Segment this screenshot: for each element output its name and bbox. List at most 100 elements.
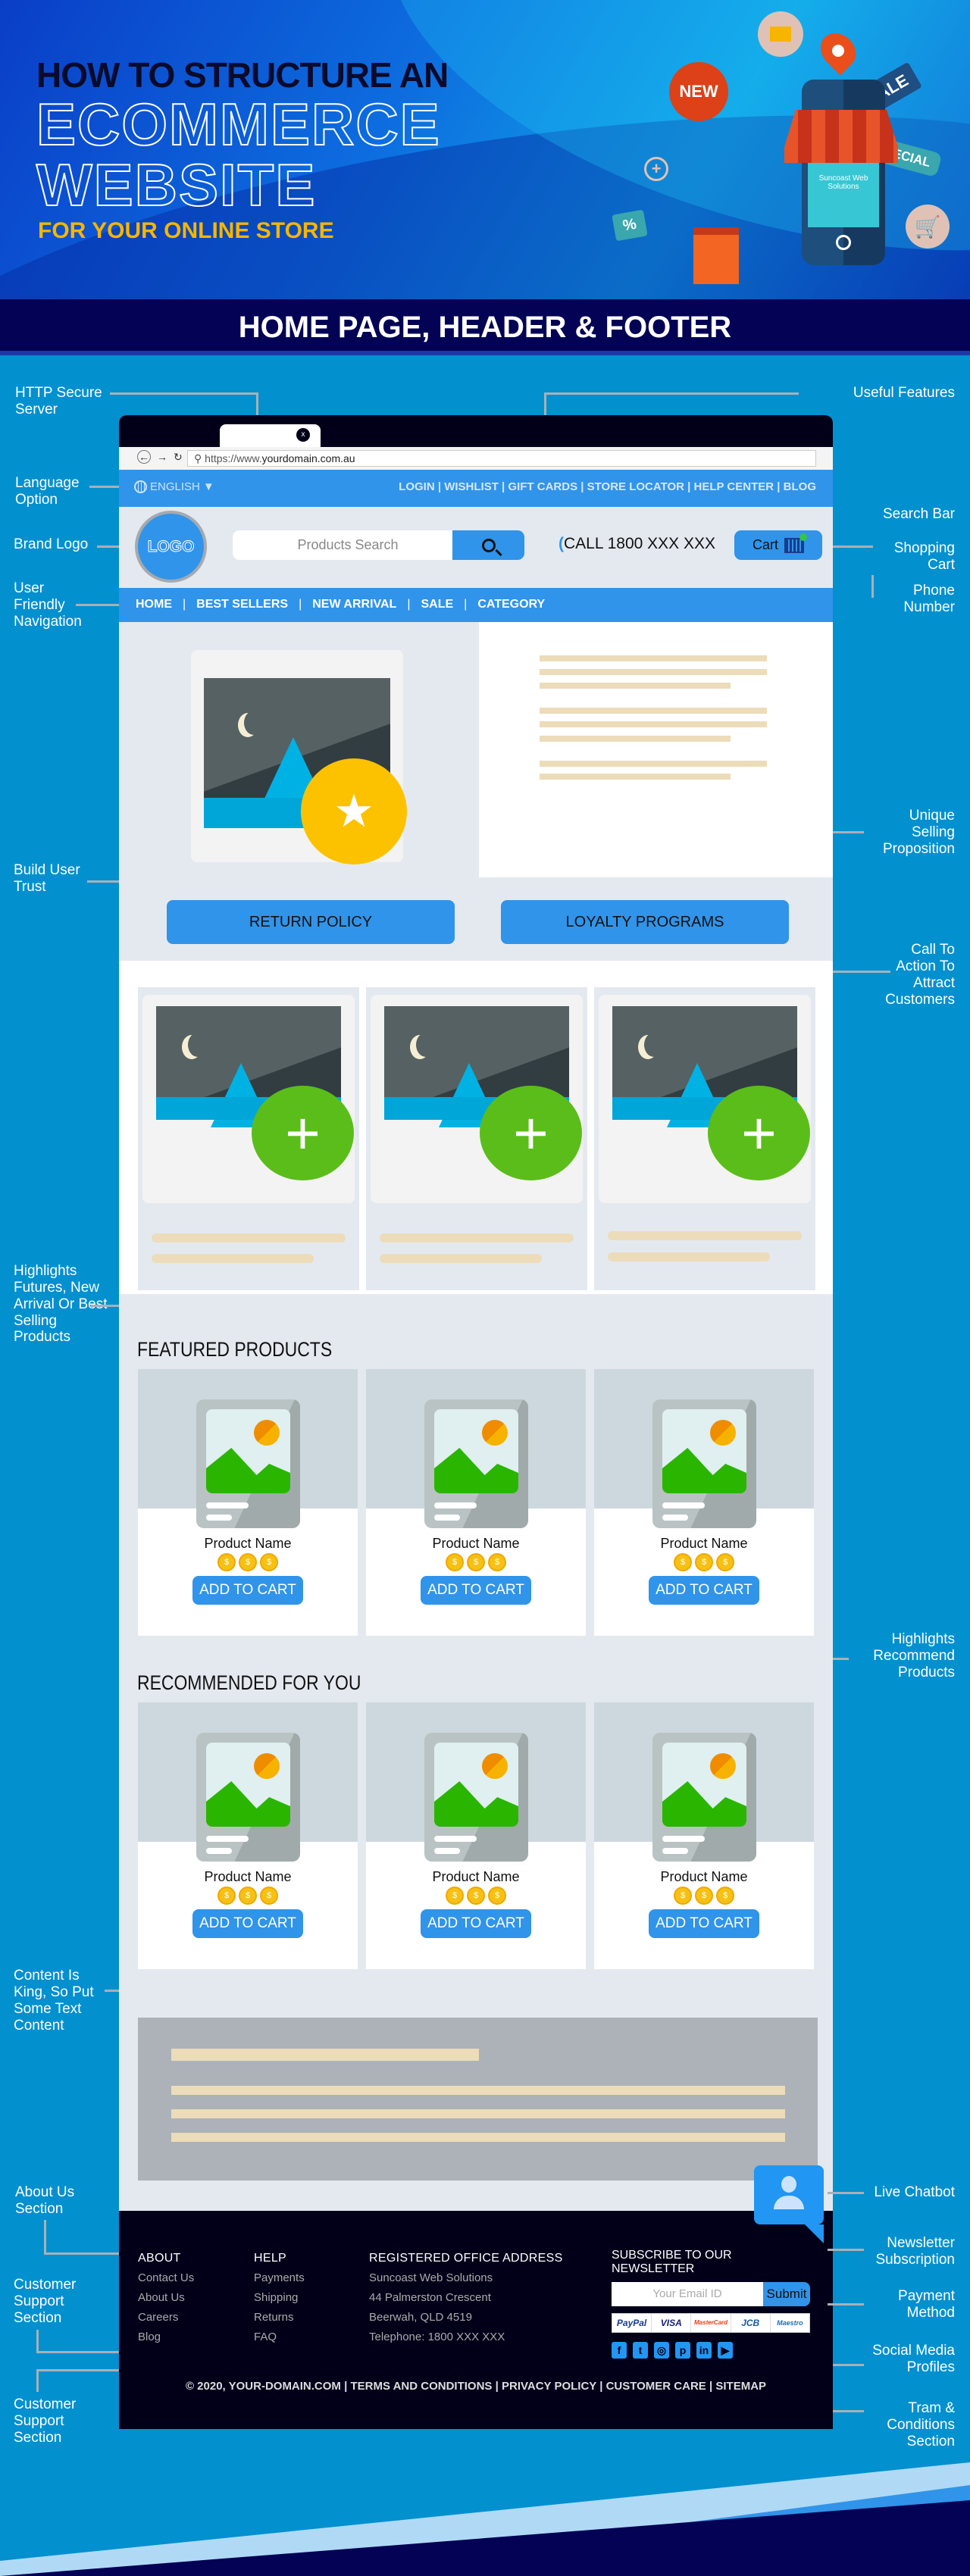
nav-item-category[interactable]: CATEGORY <box>477 598 545 612</box>
submit-button[interactable]: Submit <box>763 2282 810 2306</box>
footer-link-faq[interactable]: FAQ <box>254 2327 305 2347</box>
add-to-cart-button[interactable]: ADD TO CART <box>192 1576 303 1605</box>
trust-section: RETURN POLICY LOYALTY PROGRAMS <box>119 877 833 946</box>
mastercard-icon: MasterCard <box>691 2314 731 2332</box>
sun-shape <box>254 1420 280 1446</box>
util-link-help-center[interactable]: HELP CENTER <box>694 480 774 493</box>
youtube-icon[interactable]: ▶ <box>718 2342 733 2359</box>
product-card[interactable]: Product Name $ $ $ ADD TO CART <box>138 1702 358 1969</box>
office-line: Suncoast Web Solutions <box>369 2271 493 2284</box>
browser-toolbar: ← → ↻ ⌂ ⚲ https://www.yourdomain.com.au <box>119 447 833 470</box>
copyright: © 2020, YOUR-DOMAIN.COM <box>185 2380 341 2393</box>
util-link-blog[interactable]: BLOG <box>784 480 816 493</box>
product-card[interactable]: Product Name $ $ $ ADD TO CART <box>594 1702 814 1969</box>
util-link-gift-cards[interactable]: GIFT CARDS <box>508 480 577 493</box>
product-name[interactable]: Product Name <box>138 1536 358 1552</box>
forward-icon[interactable]: → <box>157 451 167 463</box>
footer-link-careers[interactable]: Careers <box>138 2308 194 2327</box>
footer-link-returns[interactable]: Returns <box>254 2308 305 2327</box>
annotation-content: Content Is King, So Put Some Text Conten… <box>14 1968 94 2034</box>
phone-label: CALL 1800 XXX XXX <box>564 535 716 552</box>
phone-number[interactable]: (CALL 1800 XXX XXX <box>559 535 715 553</box>
footer-link-customer-care[interactable]: CUSTOMER CARE <box>606 2380 706 2393</box>
product-name[interactable]: Product Name <box>366 1869 586 1885</box>
language-selector[interactable]: ENGLISH ▼ <box>134 480 214 493</box>
nav-item-sale[interactable]: SALE <box>421 598 453 612</box>
footer-link-about-us[interactable]: About Us <box>138 2288 194 2308</box>
footer-link-shipping[interactable]: Shipping <box>254 2288 305 2308</box>
brand-logo[interactable]: LOGO <box>135 511 207 583</box>
line-shape <box>662 1836 705 1842</box>
loyalty-programs-button[interactable]: LOYALTY PROGRAMS <box>501 900 789 944</box>
add-plus-icon[interactable]: + <box>480 1086 582 1180</box>
product-card[interactable]: Product Name $ $ $ ADD TO CART <box>366 1369 586 1636</box>
annotation-social: Social Media Profiles <box>872 2343 955 2375</box>
back-icon[interactable]: ← <box>137 450 151 464</box>
add-to-cart-button[interactable]: ADD TO CART <box>421 1909 531 1938</box>
search-input[interactable]: Products Search <box>233 530 463 560</box>
add-plus-icon[interactable]: + <box>252 1086 354 1180</box>
search-button[interactable] <box>452 530 524 560</box>
footer-link-sitemap[interactable]: SITEMAP <box>715 2380 766 2393</box>
cta-card[interactable]: + <box>594 987 815 1290</box>
add-to-cart-button[interactable]: ADD TO CART <box>649 1909 759 1938</box>
phone-icon: ( <box>559 535 564 552</box>
footer-link-contact-us[interactable]: Contact Us <box>138 2268 194 2288</box>
search-icon <box>481 538 496 552</box>
address-bar[interactable]: ⚲ https://www.yourdomain.com.au <box>187 450 816 467</box>
util-link-login[interactable]: LOGIN <box>399 480 435 493</box>
util-link-wishlist[interactable]: WISHLIST <box>444 480 499 493</box>
product-card[interactable]: Product Name $ $ $ ADD TO CART <box>594 1369 814 1636</box>
add-to-cart-button[interactable]: ADD TO CART <box>192 1909 303 1938</box>
nav-item-best-sellers[interactable]: BEST SELLERS <box>196 598 288 612</box>
line-shape <box>206 1502 249 1508</box>
return-policy-button[interactable]: RETURN POLICY <box>167 900 455 944</box>
footer-help-column: HELP Payments Shipping Returns FAQ <box>254 2249 305 2347</box>
add-plus-icon[interactable]: + <box>708 1086 810 1180</box>
footer-link-blog[interactable]: Blog <box>138 2327 194 2347</box>
nav-item-new-arrival[interactable]: NEW ARRIVAL <box>312 598 396 612</box>
footer-link-privacy[interactable]: PRIVACY POLICY <box>502 2380 596 2393</box>
hero-banner: HOW TO STRUCTURE AN ECOMMERCE WEBSITE FO… <box>0 0 970 299</box>
leader-line <box>44 2252 123 2255</box>
twitter-icon[interactable]: t <box>633 2342 648 2359</box>
facebook-icon[interactable]: f <box>612 2342 627 2359</box>
product-name[interactable]: Product Name <box>366 1536 586 1552</box>
coin-icon: $ <box>674 1553 692 1571</box>
linkedin-icon[interactable]: in <box>696 2342 712 2359</box>
pinterest-icon[interactable]: p <box>675 2342 690 2359</box>
main-navigation: HOME | BEST SELLERS | NEW ARRIVAL | SALE | C… <box>119 588 833 622</box>
footer-link-payments[interactable]: Payments <box>254 2268 305 2288</box>
nav-item-home[interactable]: HOME <box>136 598 172 612</box>
product-name[interactable]: Product Name <box>594 1536 814 1552</box>
instagram-icon[interactable]: ◎ <box>654 2342 669 2359</box>
visa-icon: VISA <box>652 2314 692 2332</box>
product-card[interactable]: Product Name $ $ $ ADD TO CART <box>366 1702 586 1969</box>
product-name[interactable]: Product Name <box>138 1869 358 1885</box>
browser-titlebar: x <box>119 415 833 447</box>
utility-links: LOGIN | WISHLIST | GIFT CARDS | STORE LO… <box>399 480 816 493</box>
site-header: LOGO Products Search (CALL 1800 XXX XXX … <box>119 507 833 588</box>
close-tab-icon[interactable]: x <box>296 428 310 442</box>
annotation-support-1: Customer Support Section <box>14 2277 77 2326</box>
email-input[interactable]: Your Email ID <box>612 2282 763 2306</box>
reload-icon[interactable]: ↻ <box>174 451 183 464</box>
product-name[interactable]: Product Name <box>594 1869 814 1885</box>
coin-icon: $ <box>217 1887 236 1905</box>
live-chat-button[interactable] <box>754 2165 824 2243</box>
add-to-cart-button[interactable]: ADD TO CART <box>421 1576 531 1605</box>
footer-link-terms[interactable]: TERMS AND CONDITIONS <box>350 2380 492 2393</box>
cta-card[interactable]: + <box>366 987 587 1290</box>
hero-title-line1: HOW TO STRUCTURE AN <box>36 55 449 95</box>
cart-button[interactable]: Cart <box>734 530 822 560</box>
globe-icon <box>134 480 147 493</box>
browser-tab[interactable]: x <box>220 424 321 447</box>
util-link-store-locator[interactable]: STORE LOCATOR <box>587 480 684 493</box>
product-card[interactable]: Product Name $ $ $ ADD TO CART <box>138 1369 358 1636</box>
leader-line <box>36 2369 39 2392</box>
cta-card[interactable]: + <box>138 987 359 1290</box>
hill-shape <box>206 1448 290 1493</box>
add-to-cart-button[interactable]: ADD TO CART <box>649 1576 759 1605</box>
picture <box>206 1409 290 1493</box>
line-shape <box>662 1848 688 1854</box>
